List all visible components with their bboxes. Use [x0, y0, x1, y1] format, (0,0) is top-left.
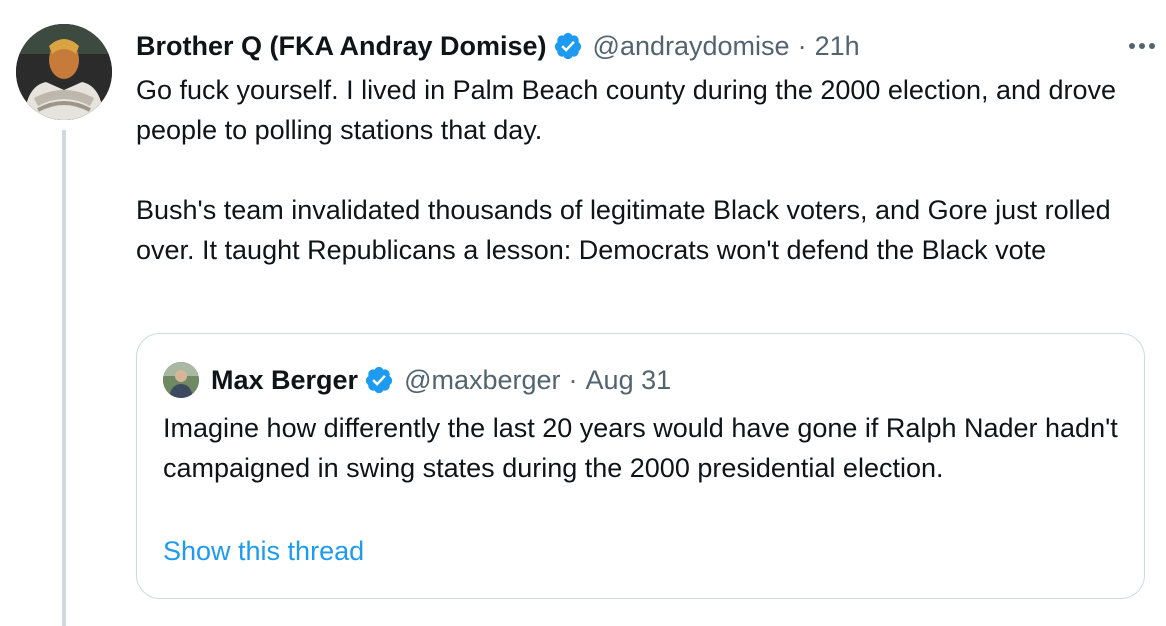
- show-thread-link[interactable]: Show this thread: [163, 536, 364, 567]
- verified-badge-icon: [554, 32, 581, 60]
- quote-author-handle: @maxberger: [404, 364, 561, 395]
- quote-avatar-image: [163, 362, 199, 398]
- tweet-paragraph: Go fuck yourself. I lived in Palm Beach …: [136, 75, 1117, 145]
- tweet[interactable]: Brother Q (FKA Andray Domise) @andraydom…: [0, 0, 1166, 626]
- tweet-paragraph: Bush's team invalidated thousands of leg…: [136, 195, 1111, 265]
- author-display-name[interactable]: Brother Q (FKA Andray Domise): [136, 31, 547, 62]
- tweet-timestamp[interactable]: 21h: [815, 31, 860, 62]
- quote-tweet-card[interactable]: Max Berger @maxberger · Aug 31 Imagine h…: [136, 333, 1145, 599]
- separator-dot: ·: [568, 364, 578, 395]
- author-avatar-image: [16, 24, 112, 120]
- separator-dot: ·: [797, 30, 807, 61]
- verified-badge-icon: [365, 366, 393, 394]
- quote-timestamp: Aug 31: [585, 364, 672, 395]
- tweet-text: Go fuck yourself. I lived in Palm Beach …: [136, 70, 1146, 270]
- quote-header: Max Berger @maxberger · Aug 31: [163, 360, 671, 400]
- tweet-header: Brother Q (FKA Andray Domise) @andraydom…: [136, 28, 1136, 64]
- quote-author-display-name: Max Berger: [211, 364, 359, 395]
- quote-text: Imagine how differently the last 20 year…: [163, 413, 1118, 483]
- author-handle[interactable]: @andraydomise: [593, 31, 790, 62]
- more-horizontal-icon[interactable]: [1126, 34, 1158, 58]
- quote-author-avatar: [163, 362, 199, 398]
- author-avatar[interactable]: [16, 24, 112, 120]
- thread-line: [62, 130, 66, 626]
